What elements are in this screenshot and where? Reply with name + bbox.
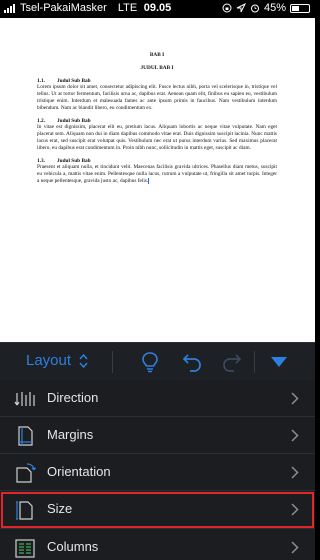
redo-icon[interactable] — [222, 351, 242, 373]
lightbulb-icon[interactable] — [141, 351, 159, 373]
chapter-label: BAB I — [149, 52, 165, 58]
collapse-triangle-icon[interactable] — [270, 356, 288, 368]
section-number: 1.2. — [37, 117, 45, 124]
status-right: 45% — [222, 2, 310, 14]
battery-percent: 45% — [263, 2, 286, 14]
chapter-title: JUDUL BAB I — [140, 64, 174, 71]
section-title: Judul Sub Bab — [57, 117, 91, 124]
ribbon-tab-selector[interactable]: Layout — [26, 352, 88, 369]
status-bar: Tsel-PakaiMasker LTE 09.05 45% — [0, 0, 315, 18]
text-cursor — [148, 177, 150, 184]
section-heading: 1.1. Judul Sub Bab — [37, 78, 277, 85]
layout-menu: Direction Margins Orientation Size Colum… — [0, 380, 315, 560]
alarm-icon — [250, 4, 259, 13]
section-body-last: Praesent et aliquam nulla, et tincidunt … — [37, 164, 277, 185]
menu-item-label: Margins — [47, 427, 94, 442]
section-number: 1.1. — [37, 77, 45, 84]
menu-item-label: Direction — [47, 390, 99, 405]
chevron-right-icon — [291, 429, 299, 442]
menu-item-orientation[interactable]: Orientation — [0, 454, 315, 491]
chevron-up-down-icon — [79, 353, 88, 368]
toolbar-divider — [254, 351, 255, 373]
margins-icon — [18, 426, 33, 446]
chevron-right-icon — [291, 466, 299, 479]
page-size-icon — [16, 501, 33, 520]
menu-item-margins[interactable]: Margins — [0, 417, 315, 454]
text-direction-icon — [14, 392, 35, 406]
columns-icon — [15, 539, 35, 558]
section-body: Praesent et aliquam nulla, et tincidunt … — [37, 164, 277, 185]
menu-item-columns[interactable]: Columns — [0, 529, 315, 560]
document-page[interactable]: BAB I JUDUL BAB I 1.1. Judul Sub Bab Lore… — [37, 52, 277, 185]
battery-icon — [290, 3, 310, 13]
ribbon-toolbar: Layout — [0, 342, 315, 380]
menu-item-label: Orientation — [47, 464, 111, 479]
location-icon — [236, 3, 246, 13]
section-body: Lorem ipsum dolor sit amet, consectetur … — [37, 84, 277, 111]
menu-item-direction[interactable]: Direction — [0, 380, 315, 417]
document-canvas[interactable]: BAB I JUDUL BAB I 1.1. Judul Sub Bab Lore… — [0, 18, 315, 342]
chevron-right-icon — [291, 541, 299, 554]
chevron-right-icon — [291, 503, 299, 516]
undo-icon[interactable] — [182, 351, 202, 373]
section-heading: 1.2. Judul Sub Bab — [37, 118, 277, 125]
section-title: Judul Sub Bab — [57, 77, 91, 84]
chevron-right-icon — [291, 392, 299, 405]
toolbar-divider — [112, 351, 113, 373]
menu-item-label: Columns — [47, 539, 99, 554]
section-body: In vitae est dignissim, placerat elit eu… — [37, 124, 277, 151]
menu-item-size[interactable]: Size — [0, 491, 315, 529]
menu-item-label: Size — [47, 501, 73, 516]
orientation-icon — [16, 463, 36, 483]
ribbon-tab-label: Layout — [26, 352, 72, 369]
screen-lock-icon — [222, 3, 232, 13]
